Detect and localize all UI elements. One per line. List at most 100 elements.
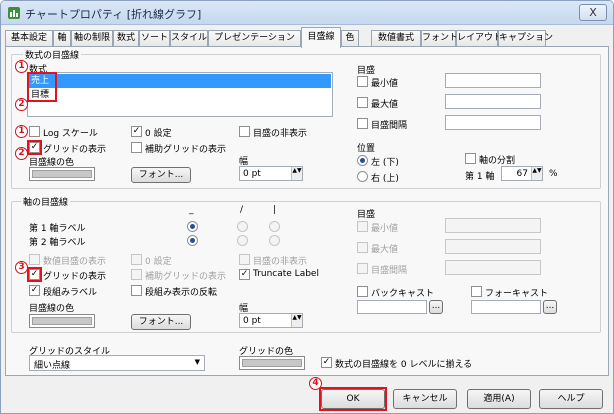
axis-width-spinner[interactable]: ▲▼: [291, 314, 302, 327]
secondary-diagonal-radio[interactable]: [237, 235, 248, 246]
forecast-label: フォーキャスト: [485, 289, 549, 299]
split-axis-label: 軸の分割: [479, 156, 516, 166]
position-left-radio[interactable]: [357, 155, 368, 166]
tab-axis-limits[interactable]: 軸の制限: [71, 30, 113, 47]
list-item[interactable]: 売上: [29, 74, 331, 88]
forecast-checkbox[interactable]: [471, 286, 482, 297]
max-checkbox[interactable]: [357, 97, 368, 108]
axis-zero-setting-checkbox[interactable]: [131, 254, 142, 265]
axis-max-input[interactable]: [445, 239, 541, 254]
axis-show-minor-grid-checkbox[interactable]: [131, 269, 142, 280]
tab-style[interactable]: スタイル: [170, 30, 208, 47]
axis-min-checkbox[interactable]: [357, 221, 368, 232]
tab-color[interactable]: 色: [341, 30, 359, 47]
truncate-label-checkbox[interactable]: ✓: [239, 269, 250, 280]
apply-button[interactable]: 適用(A): [467, 389, 531, 409]
position-label: 位置: [357, 144, 376, 154]
show-minor-grid-checkbox[interactable]: [131, 142, 142, 153]
list-item[interactable]: 目標: [29, 88, 331, 102]
tab-sort[interactable]: ソート: [139, 30, 170, 47]
min-input[interactable]: [445, 73, 541, 88]
zero-setting-checkbox[interactable]: ✓: [131, 126, 142, 137]
axis-max-checkbox[interactable]: [357, 242, 368, 253]
secondary-flat-radio[interactable]: [187, 235, 198, 246]
tab-axis[interactable]: 軸: [53, 30, 71, 47]
marker-4: 4: [309, 377, 322, 390]
backcast-label: バックキャスト: [371, 289, 435, 299]
scale-color-swatch[interactable]: [29, 167, 95, 181]
show-grid-label: グリッドの表示: [43, 145, 107, 155]
highlight-box: [27, 267, 42, 282]
axis-hide-scale-checkbox[interactable]: [239, 254, 250, 265]
tab-gridlines[interactable]: 目盛線: [301, 27, 341, 48]
tab-presentation[interactable]: プレゼンテーション: [208, 30, 301, 47]
align-zero-label: 数式の目盛線を 0 レベルに揃える: [335, 360, 473, 370]
stagger-labels-checkbox[interactable]: ✓: [29, 285, 40, 296]
backcast-checkbox[interactable]: [357, 286, 368, 297]
tab-expressions[interactable]: 数式: [113, 30, 139, 47]
expression-list[interactable]: 売上 目標: [27, 72, 333, 117]
split-spinner[interactable]: ▲▼: [531, 167, 542, 180]
show-numeric-scale-checkbox[interactable]: [29, 254, 40, 265]
grid-color-swatch[interactable]: [239, 356, 305, 370]
title-bar[interactable]: チャートプロパティ [折れ線グラフ] X: [1, 1, 613, 25]
show-numeric-scale-label: 数値目盛の表示: [43, 257, 107, 267]
help-button[interactable]: ヘルプ: [539, 389, 603, 409]
min-checkbox[interactable]: [357, 76, 368, 87]
axis-font-button[interactable]: フォント...: [131, 314, 191, 330]
primary-axis-label: 第 1 軸: [465, 172, 495, 182]
tab-font[interactable]: フォント: [421, 30, 458, 47]
font-button[interactable]: フォント...: [131, 167, 191, 183]
interval-checkbox[interactable]: [357, 118, 368, 129]
position-left-label: 左 (下): [371, 158, 399, 168]
position-right-radio[interactable]: [357, 171, 368, 182]
tab-basic[interactable]: 基本設定: [5, 30, 53, 47]
axis-min-label: 最小値: [371, 224, 399, 234]
width-spinner[interactable]: ▲▼: [291, 167, 302, 180]
axis-interval-checkbox[interactable]: [357, 263, 368, 274]
align-zero-checkbox[interactable]: ✓: [321, 357, 332, 368]
tab-layout[interactable]: レイアウト: [456, 30, 502, 47]
window-title: チャートプロパティ [折れ線グラフ]: [25, 8, 202, 21]
backcast-input[interactable]: [357, 300, 427, 314]
hide-scale-checkbox[interactable]: [239, 126, 250, 137]
highlight-box: [27, 140, 42, 155]
backcast-ellipsis-button[interactable]: ...: [429, 300, 443, 314]
split-axis-checkbox[interactable]: [465, 153, 476, 164]
primary-flat-radio[interactable]: [187, 221, 198, 232]
primary-axis-label-row: 第 1 軸ラベル: [29, 224, 86, 234]
secondary-axis-label-row: 第 2 軸ラベル: [29, 238, 86, 248]
col-header-vertical: |: [273, 205, 277, 215]
axis-scale-color-swatch[interactable]: [29, 314, 95, 328]
tab-number-format[interactable]: 数値書式: [371, 30, 421, 47]
close-button[interactable]: X: [579, 4, 607, 21]
secondary-vertical-radio[interactable]: [269, 235, 280, 246]
chevron-down-icon: ▼: [194, 358, 200, 366]
highlight-box: [319, 387, 387, 411]
marker-2: 2: [15, 98, 28, 111]
marker-3: 3: [15, 261, 28, 274]
forecast-input[interactable]: [471, 300, 541, 314]
split-unit: %: [549, 169, 558, 179]
stagger-labels-label: 段組みラベル: [43, 288, 98, 298]
max-label: 最大値: [371, 100, 399, 110]
axis-interval-input[interactable]: [445, 260, 541, 275]
grid-style-select[interactable]: 細い点線 ▼: [29, 355, 205, 371]
log-scale-checkbox[interactable]: [29, 126, 40, 137]
primary-vertical-radio[interactable]: [269, 221, 280, 232]
col-header-flat: _: [189, 205, 194, 215]
interval-input[interactable]: [445, 115, 541, 130]
forecast-ellipsis-button[interactable]: ...: [543, 300, 557, 314]
col-header-diagonal: /: [240, 205, 244, 215]
log-scale-label: Log スケール: [43, 129, 98, 139]
reverse-stagger-label: 段組み表示の反転: [145, 288, 218, 298]
highlight-box: [27, 72, 57, 102]
reverse-stagger-checkbox[interactable]: [131, 285, 142, 296]
max-input[interactable]: [445, 94, 541, 109]
axis-min-input[interactable]: [445, 218, 541, 233]
chart-properties-dialog: チャートプロパティ [折れ線グラフ] X 基本設定 軸 軸の制限 数式 ソート …: [0, 0, 614, 414]
cancel-button[interactable]: キャンセル: [393, 389, 457, 409]
tab-caption[interactable]: キャプション: [498, 30, 553, 47]
min-label: 最小値: [371, 79, 399, 89]
primary-diagonal-radio[interactable]: [237, 221, 248, 232]
